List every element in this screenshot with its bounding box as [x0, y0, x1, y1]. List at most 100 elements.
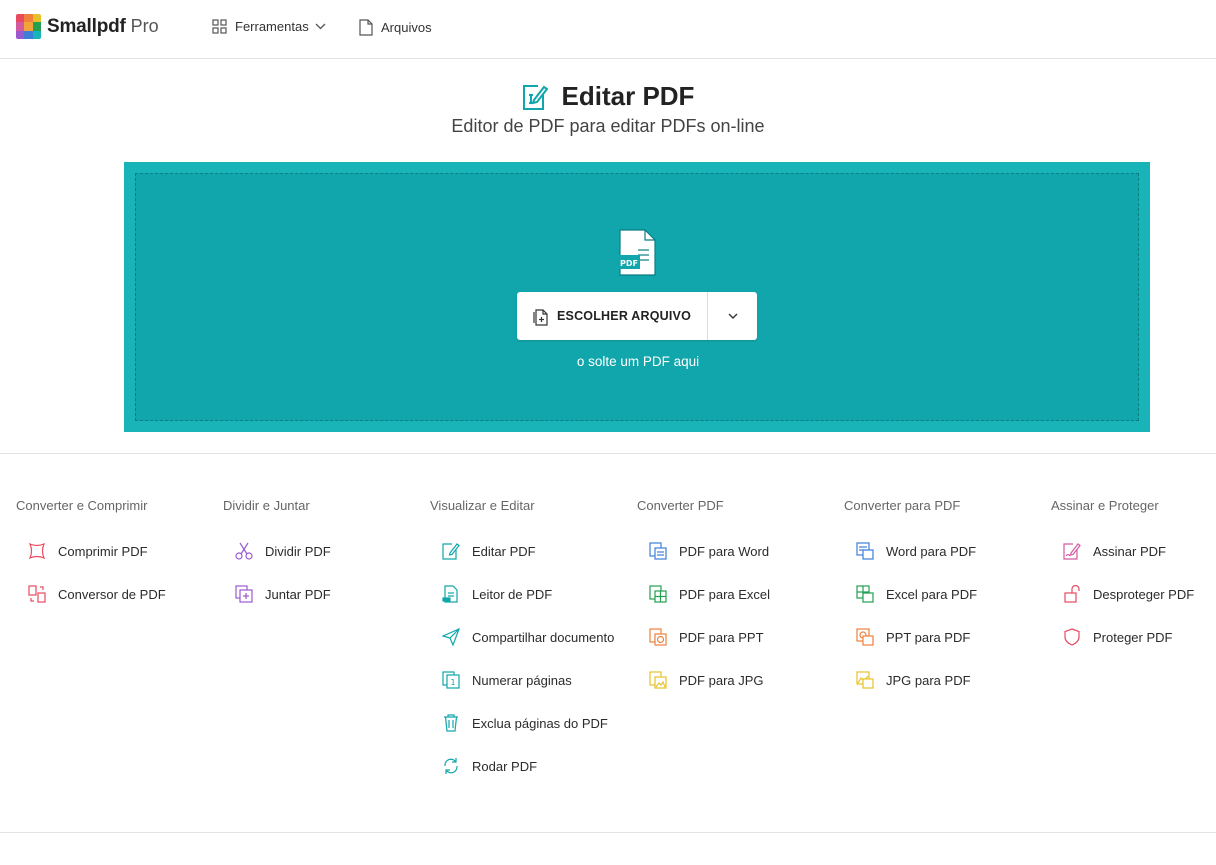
- tools-column-split-merge: Dividir e Juntar Dividir PDF Juntar PDF: [223, 498, 423, 603]
- tools-menu-label: Ferramentas: [235, 19, 309, 34]
- tool-jpg-to-pdf[interactable]: JPG para PDF: [856, 671, 971, 689]
- column-title: Visualizar e Editar: [430, 498, 535, 513]
- pdf-to-excel-icon: [649, 585, 667, 603]
- tool-label: Word para PDF: [886, 543, 977, 559]
- tool-split-pdf[interactable]: Dividir PDF: [235, 542, 331, 560]
- share-icon: [442, 628, 460, 646]
- word-to-pdf-icon: [856, 542, 874, 560]
- tools-column-sign-protect: Assinar e Proteger Assinar PDF Desproteg…: [1051, 498, 1216, 646]
- chevron-down-icon: [728, 313, 737, 319]
- tool-rotate-pdf[interactable]: Rodar PDF: [442, 757, 537, 775]
- tool-merge-pdf[interactable]: Juntar PDF: [235, 585, 331, 603]
- ppt-to-pdf-icon: [856, 628, 874, 646]
- tool-compress-pdf[interactable]: Comprimir PDF: [28, 542, 148, 560]
- tool-pdf-to-ppt[interactable]: PDF para PPT: [649, 628, 764, 646]
- column-title: Converter para PDF: [844, 498, 961, 513]
- tool-label: Proteger PDF: [1093, 629, 1173, 645]
- tool-label: Assinar PDF: [1093, 543, 1166, 559]
- smallpdf-logo[interactable]: Smallpdf Pro: [16, 14, 159, 39]
- tool-label: PDF para PPT: [679, 629, 764, 645]
- grid-icon: [212, 19, 227, 34]
- file-dropzone[interactable]: PDF ESCOLHER ARQUIVO o solte um PDF aqui: [124, 162, 1150, 432]
- tool-pdf-converter[interactable]: Conversor de PDF: [28, 585, 166, 603]
- tool-label: PPT para PDF: [886, 629, 971, 645]
- tool-label: Comprimir PDF: [58, 543, 148, 559]
- tool-word-to-pdf[interactable]: Word para PDF: [856, 542, 976, 560]
- files-menu-label: Arquivos: [381, 20, 432, 35]
- tool-delete-pages[interactable]: Exclua páginas do PDF: [442, 714, 608, 732]
- unlock-icon: [1063, 585, 1081, 603]
- choose-file-label: ESCOLHER ARQUIVO: [557, 309, 691, 323]
- tools-column-view-edit: Visualizar e Editar Editar PDF Leitor de…: [430, 498, 630, 774]
- tool-excel-to-pdf[interactable]: Excel para PDF: [856, 585, 977, 603]
- convert-icon: [28, 585, 46, 603]
- tool-pdf-to-word[interactable]: PDF para Word: [649, 542, 769, 560]
- tool-number-pages[interactable]: 1 Numerar páginas: [442, 671, 572, 689]
- page-subtitle: Editor de PDF para editar PDFs on-line: [451, 116, 765, 136]
- excel-to-pdf-icon: [856, 585, 874, 603]
- tool-label: Exclua páginas do PDF: [472, 715, 608, 731]
- tools-column-convert-compress: Converter e Comprimir Comprimir PDF Conv…: [16, 498, 216, 603]
- compress-icon: [28, 542, 46, 560]
- tool-protect-pdf[interactable]: Proteger PDF: [1063, 628, 1172, 646]
- tools-column-convert-to-pdf: Converter para PDF Word para PDF Excel p…: [844, 498, 1044, 689]
- tool-label: Compartilhar documento: [472, 629, 615, 645]
- section-divider: [0, 453, 1216, 454]
- numbering-icon: 1: [442, 671, 460, 689]
- choose-source-dropdown[interactable]: [708, 292, 757, 340]
- column-title: Dividir e Juntar: [223, 498, 310, 513]
- brand-name: Smallpdf: [47, 15, 126, 37]
- sign-icon: [1063, 542, 1081, 560]
- tool-label: Rodar PDF: [472, 758, 538, 774]
- shield-icon: [1063, 628, 1081, 646]
- column-title: Converter e Comprimir: [16, 498, 148, 513]
- tool-label: PDF para Excel: [679, 586, 771, 602]
- dropzone-dashed-area[interactable]: PDF ESCOLHER ARQUIVO o solte um PDF aqui: [135, 173, 1139, 421]
- tool-label: PDF para JPG: [679, 672, 764, 688]
- footer-divider: [0, 832, 1216, 833]
- column-title: Converter PDF: [637, 498, 724, 513]
- pdf-to-ppt-icon: [649, 628, 667, 646]
- tool-edit-pdf[interactable]: Editar PDF: [442, 542, 536, 560]
- reader-icon: [442, 585, 460, 603]
- tool-label: Excel para PDF: [886, 586, 978, 602]
- files-menu-button[interactable]: Arquivos: [359, 19, 432, 36]
- tool-pdf-to-jpg[interactable]: PDF para JPG: [649, 671, 764, 689]
- edit-pdf-icon: [522, 84, 548, 110]
- tool-pdf-to-excel[interactable]: PDF para Excel: [649, 585, 770, 603]
- tool-label: Editar PDF: [472, 543, 536, 559]
- column-title: Assinar e Proteger: [1051, 498, 1159, 513]
- pdf-to-jpg-icon: [649, 671, 667, 689]
- svg-text:1: 1: [450, 678, 455, 687]
- tool-label: Conversor de PDF: [58, 586, 166, 602]
- tool-pdf-reader[interactable]: Leitor de PDF: [442, 585, 552, 603]
- page-title: Editar PDF: [561, 81, 695, 111]
- tool-share-document[interactable]: Compartilhar documento: [442, 628, 614, 646]
- edit-icon: [442, 542, 460, 560]
- tools-menu-button[interactable]: Ferramentas: [212, 19, 334, 34]
- tool-label: Leitor de PDF: [472, 586, 553, 602]
- choose-file-button[interactable]: ESCOLHER ARQUIVO: [517, 292, 708, 340]
- pdf-badge-text: PDF: [620, 259, 638, 268]
- file-icon: [359, 19, 373, 36]
- tool-label: Dividir PDF: [265, 543, 331, 559]
- jpg-to-pdf-icon: [856, 671, 874, 689]
- merge-icon: [235, 585, 253, 603]
- tools-column-convert-from-pdf: Converter PDF PDF para Word PDF para Exc…: [637, 498, 837, 689]
- brand-suffix: Pro: [130, 16, 159, 36]
- tool-label: Juntar PDF: [265, 586, 331, 602]
- tool-unlock-pdf[interactable]: Desproteger PDF: [1063, 585, 1194, 603]
- tool-label: PDF para Word: [679, 543, 770, 559]
- tool-ppt-to-pdf[interactable]: PPT para PDF: [856, 628, 970, 646]
- tool-label: Desproteger PDF: [1093, 586, 1195, 602]
- top-navigation-bar: Smallpdf Pro Ferramentas Arquivos: [0, 0, 1216, 59]
- tool-label: JPG para PDF: [886, 672, 971, 688]
- chevron-down-icon: [315, 23, 326, 30]
- logo-mark-icon: [16, 14, 41, 39]
- pdf-to-word-icon: [649, 542, 667, 560]
- trash-icon: [442, 714, 460, 732]
- scissors-icon: [235, 542, 253, 560]
- choose-file-group: ESCOLHER ARQUIVO: [517, 292, 757, 340]
- tool-sign-pdf[interactable]: Assinar PDF: [1063, 542, 1166, 560]
- tool-label: Numerar páginas: [472, 672, 572, 688]
